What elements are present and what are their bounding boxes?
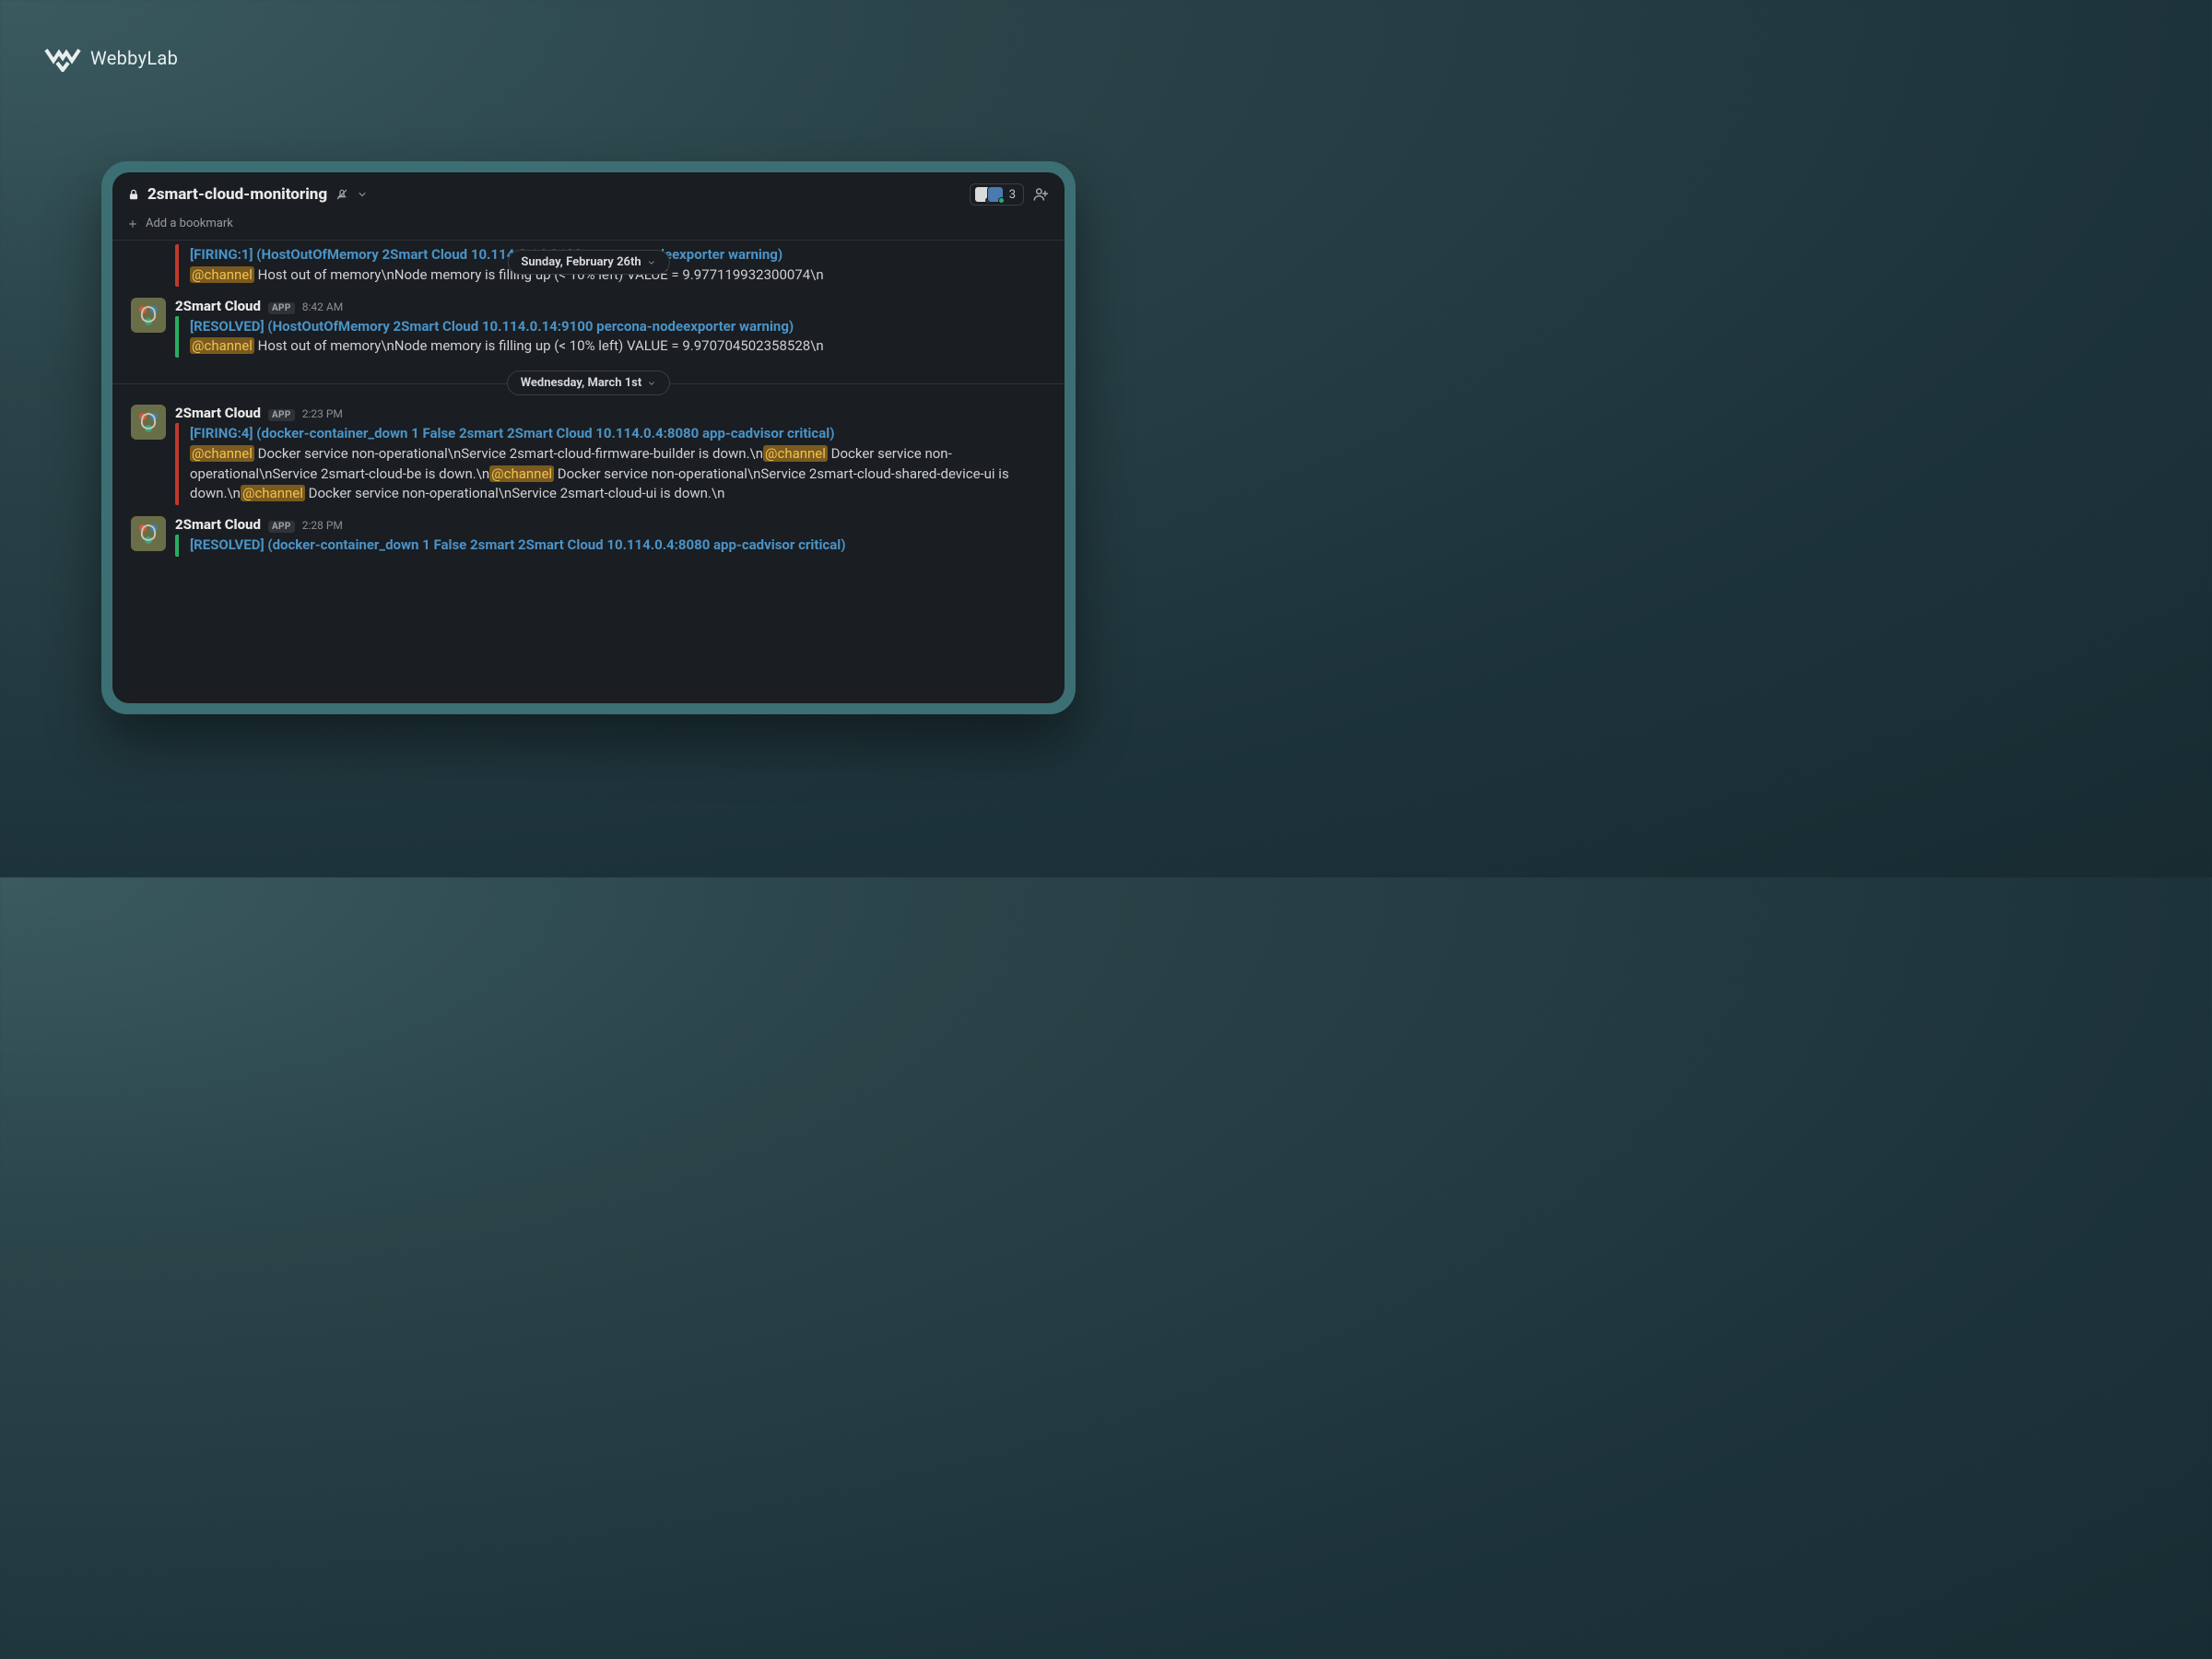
webhook-icon xyxy=(134,519,163,548)
chevron-down-icon xyxy=(647,379,656,388)
chevron-down-icon xyxy=(647,258,656,267)
bookmark-bar: Add a bookmark xyxy=(112,213,1065,241)
date-label: Sunday, February 26th xyxy=(521,255,641,269)
message-author[interactable]: 2Smart Cloud xyxy=(175,298,261,314)
message-author[interactable]: 2Smart Cloud xyxy=(175,405,261,421)
add-user-icon xyxy=(1031,185,1050,204)
channel-mention[interactable]: @channel xyxy=(190,445,254,462)
message-row: 2Smart Cloud APP 8:42 AM [RESOLVED] (Hos… xyxy=(112,292,1065,364)
channel-mention[interactable]: @channel xyxy=(190,337,254,354)
channel-header: 2smart-cloud-monitoring 3 xyxy=(112,172,1065,213)
message-timestamp[interactable]: 2:23 PM xyxy=(302,407,343,420)
message-author[interactable]: 2Smart Cloud xyxy=(175,516,261,533)
channel-mention[interactable]: @channel xyxy=(489,465,554,482)
date-label: Wednesday, March 1st xyxy=(521,376,642,390)
message-list: Sunday, February 26th [FIRING:1] (HostOu… xyxy=(112,241,1065,703)
app-avatar[interactable] xyxy=(131,516,166,551)
attachment: [RESOLVED] (HostOutOfMemory 2Smart Cloud… xyxy=(175,316,1046,359)
add-user-button[interactable] xyxy=(1031,185,1050,204)
brand-name: WebbyLab xyxy=(90,47,178,69)
attachment-text: @channel Docker service non-operational\… xyxy=(190,444,1046,504)
attachment: [FIRING:4] (docker-container_down 1 Fals… xyxy=(175,423,1046,505)
channel-name: 2smart-cloud-monitoring xyxy=(147,185,327,204)
lock-icon xyxy=(127,188,140,201)
app-badge: APP xyxy=(268,302,295,314)
message-row: 2Smart Cloud APP 2:23 PM [FIRING:4] (doc… xyxy=(112,399,1065,511)
webbylab-icon xyxy=(44,44,81,72)
member-avatars xyxy=(974,186,1004,203)
attachment-title-link[interactable]: [RESOLVED] (HostOutOfMemory 2Smart Cloud… xyxy=(190,317,1046,337)
app-badge: APP xyxy=(268,521,295,533)
attachment-title-link[interactable]: [FIRING:1] (HostOutOfMemory 2Smart Cloud… xyxy=(190,246,782,263)
member-count-button[interactable]: 3 xyxy=(970,183,1024,206)
message-timestamp[interactable]: 8:42 AM xyxy=(302,300,343,313)
chevron-down-icon xyxy=(357,189,368,200)
plus-icon xyxy=(127,218,138,229)
attachment-title-link[interactable]: [FIRING:4] (docker-container_down 1 Fals… xyxy=(190,424,1046,444)
floating-date-pill[interactable]: Sunday, February 26th xyxy=(507,250,669,275)
message-row: 2Smart Cloud APP 2:28 PM [RESOLVED] (doc… xyxy=(112,511,1065,562)
date-divider: Wednesday, March 1st xyxy=(112,371,1065,395)
add-bookmark-button[interactable]: Add a bookmark xyxy=(146,217,233,230)
app-avatar[interactable] xyxy=(131,298,166,333)
channel-mention[interactable]: @channel xyxy=(763,445,828,462)
attachment-title-link[interactable]: [RESOLVED] (docker-container_down 1 Fals… xyxy=(190,535,1046,556)
channel-mention[interactable]: @channel xyxy=(190,266,254,283)
channel-mention[interactable]: @channel xyxy=(241,485,305,501)
bell-off-icon xyxy=(335,187,349,202)
app-avatar[interactable] xyxy=(131,405,166,440)
message-timestamp[interactable]: 2:28 PM xyxy=(302,519,343,532)
app-badge: APP xyxy=(268,409,295,421)
webhook-icon xyxy=(134,300,163,330)
webhook-icon xyxy=(134,407,163,437)
slack-app: 2smart-cloud-monitoring 3 xyxy=(112,172,1065,703)
attachment-text: @channel Host out of memory\nNode memory… xyxy=(190,336,1046,357)
member-count: 3 xyxy=(1009,188,1016,202)
brand-logo: WebbyLab xyxy=(44,44,178,72)
window-frame: 2smart-cloud-monitoring 3 xyxy=(101,161,1076,714)
channel-title-button[interactable]: 2smart-cloud-monitoring xyxy=(127,185,368,204)
attachment: [RESOLVED] (docker-container_down 1 Fals… xyxy=(175,535,1046,557)
date-pill[interactable]: Wednesday, March 1st xyxy=(507,371,671,395)
